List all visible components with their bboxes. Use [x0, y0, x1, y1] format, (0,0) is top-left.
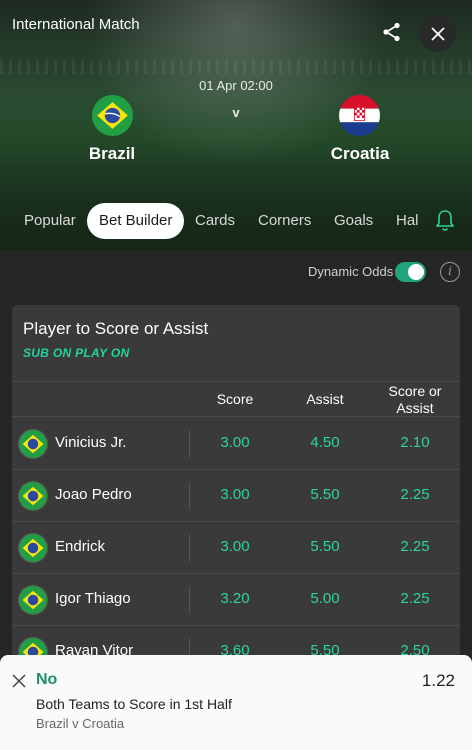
brazil-flag-icon [19, 430, 47, 458]
bet-slip[interactable]: No 1.22 Both Teams to Score in 1st Half … [0, 655, 472, 750]
bet-event: Brazil v Croatia [36, 716, 125, 731]
column-assist: Assist [306, 391, 344, 407]
tab-cards[interactable]: Cards [195, 203, 235, 239]
market-subtitle: SUB ON PLAY ON [23, 346, 130, 360]
market-tabs: Popular Bet Builder Cards Corners Goals … [0, 203, 472, 241]
bet-selection: No [36, 671, 58, 688]
table-row: Endrick 3.00 5.50 2.25 [12, 522, 460, 574]
odds-score[interactable]: 3.00 [195, 434, 275, 451]
row-divider [189, 534, 190, 562]
tab-bet-builder[interactable]: Bet Builder [87, 203, 185, 239]
bell-icon[interactable] [435, 209, 455, 238]
dynamic-odds-label: Dynamic Odds [308, 264, 394, 279]
player-name: Endrick [55, 538, 106, 555]
competition-title: International Match [12, 16, 140, 33]
match-date-time: 01 Apr 02:00 [199, 78, 273, 93]
odds-score-or-assist[interactable]: 2.25 [375, 538, 455, 555]
column-score: Score [216, 391, 254, 407]
player-name: Vinicius Jr. [55, 434, 127, 451]
tab-popular[interactable]: Popular [24, 203, 76, 239]
match-header: International Match 01 Apr 02:00 v Brazi… [0, 0, 472, 250]
odds-score-or-assist[interactable]: 2.25 [375, 590, 455, 607]
market-title: Player to Score or Assist [23, 319, 209, 338]
odds-score[interactable]: 3.00 [195, 486, 275, 503]
versus-label: v [232, 105, 240, 120]
player-name: Joao Pedro [55, 486, 132, 503]
row-divider [189, 430, 190, 458]
column-score-or-assist: Score or Assist [388, 383, 442, 416]
tab-goals[interactable]: Goals [334, 203, 373, 239]
share-icon[interactable] [380, 20, 404, 44]
table-row: Vinicius Jr. 3.00 4.50 2.10 [12, 418, 460, 470]
brazil-flag-icon [19, 482, 47, 510]
table-row: Igor Thiago 3.20 5.00 2.25 [12, 574, 460, 626]
row-divider [189, 586, 190, 614]
tab-half[interactable]: Hal [396, 203, 419, 239]
brazil-flag-icon [19, 534, 47, 562]
odds-score-or-assist[interactable]: 2.10 [375, 434, 455, 451]
odds-assist[interactable]: 5.50 [285, 486, 365, 503]
odds-score-or-assist[interactable]: 2.25 [375, 486, 455, 503]
tab-corners[interactable]: Corners [258, 203, 311, 239]
player-name: Igor Thiago [55, 590, 131, 607]
away-team-name: Croatia [330, 144, 390, 163]
brazil-flag-icon [19, 586, 47, 614]
remove-selection-icon[interactable] [12, 674, 26, 693]
bet-market: Both Teams to Score in 1st Half [36, 696, 232, 712]
odds-assist[interactable]: 4.50 [285, 434, 365, 451]
table-row: Joao Pedro 3.00 5.50 2.25 [12, 470, 460, 522]
brazil-flag-icon [92, 95, 133, 136]
column-headers: Score Assist Score or Assist [12, 381, 460, 417]
bet-odds: 1.22 [421, 671, 455, 690]
odds-assist[interactable]: 5.00 [285, 590, 365, 607]
close-button[interactable] [419, 15, 456, 52]
odds-score[interactable]: 3.20 [195, 590, 275, 607]
croatia-flag-icon [339, 95, 380, 136]
home-team-name: Brazil [88, 144, 136, 163]
odds-score[interactable]: 3.00 [195, 538, 275, 555]
row-divider [189, 482, 190, 510]
odds-assist[interactable]: 5.50 [285, 538, 365, 555]
close-icon [430, 26, 445, 41]
dynamic-odds-toggle[interactable] [395, 262, 426, 282]
info-icon[interactable]: i [440, 262, 460, 282]
